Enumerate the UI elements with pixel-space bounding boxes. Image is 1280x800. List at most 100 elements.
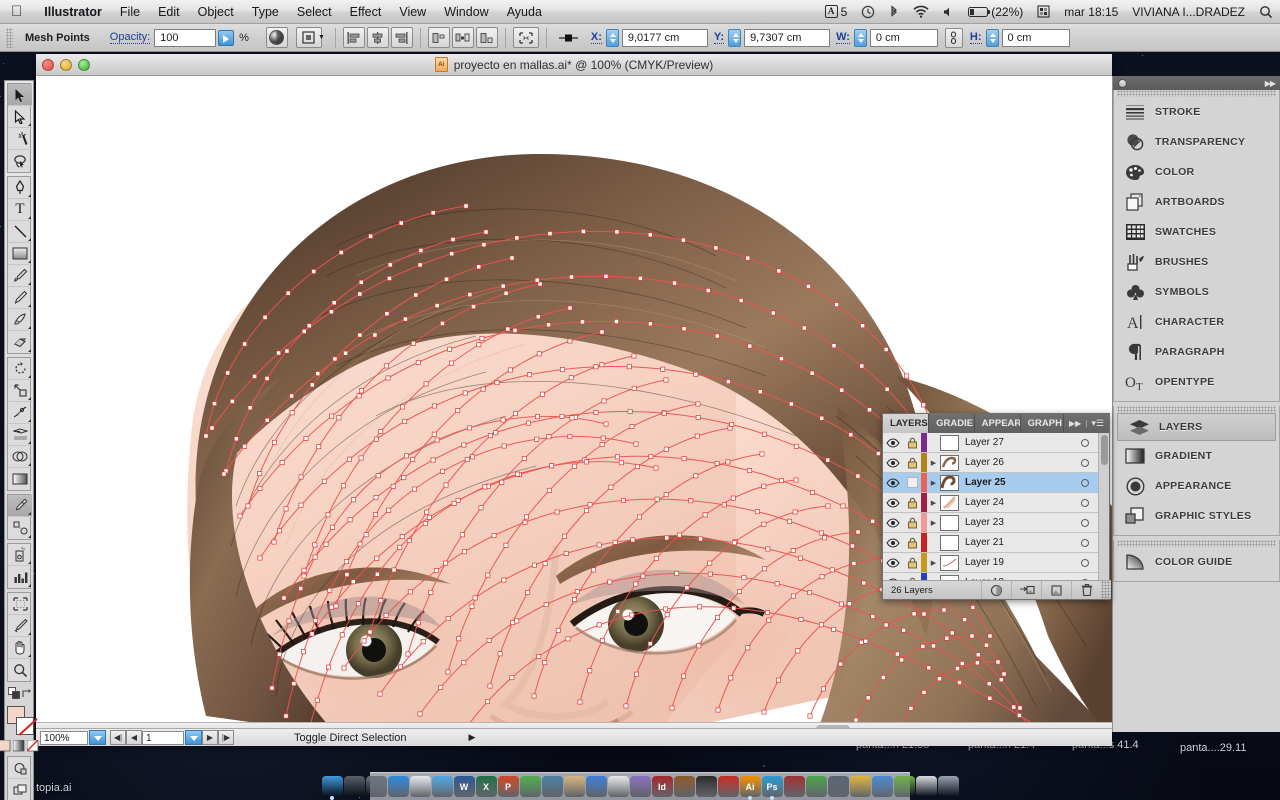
mesh-point[interactable] — [693, 473, 699, 479]
mesh-point[interactable] — [987, 695, 993, 701]
mesh-point[interactable] — [654, 496, 660, 502]
free-transform-tool[interactable] — [8, 424, 32, 446]
mesh-point[interactable] — [303, 435, 309, 441]
mesh-point[interactable] — [470, 454, 476, 460]
mesh-point[interactable] — [647, 641, 653, 647]
mesh-point[interactable] — [462, 390, 468, 396]
layers-panel-tab-layers[interactable]: LAYERS — [883, 414, 930, 433]
distribute-left-button[interactable] — [427, 27, 450, 48]
mesh-point[interactable] — [434, 303, 440, 309]
mesh-point[interactable] — [440, 468, 446, 474]
mesh-point[interactable] — [569, 415, 575, 421]
mesh-point[interactable] — [358, 455, 364, 461]
mesh-point[interactable] — [593, 364, 599, 370]
mesh-point[interactable] — [325, 512, 331, 518]
mesh-point[interactable] — [418, 248, 424, 253]
layer-name[interactable]: Layer 25 — [965, 477, 1075, 488]
mesh-point[interactable] — [851, 561, 857, 566]
symbol-sprayer-tool[interactable] — [8, 544, 32, 566]
mesh-point[interactable] — [301, 328, 307, 334]
mesh-point[interactable] — [357, 291, 363, 297]
mesh-point[interactable] — [631, 353, 637, 359]
mesh-point[interactable] — [237, 513, 243, 519]
mesh-point[interactable] — [637, 275, 643, 281]
dock-handle-icon[interactable] — [1118, 78, 1127, 88]
mesh-point[interactable] — [1016, 712, 1022, 718]
menu-item-ayuda[interactable]: Ayuda — [498, 0, 551, 24]
rectangle-tool[interactable] — [8, 243, 32, 265]
mesh-point[interactable] — [738, 298, 744, 303]
collapse-arrows-icon[interactable]: ▶▶ — [1069, 419, 1081, 428]
magic-wand-tool[interactable] — [8, 128, 32, 150]
direct-selection-tool[interactable] — [8, 106, 32, 128]
mesh-point[interactable] — [715, 614, 720, 620]
lasso-tool[interactable] — [8, 150, 32, 172]
mesh-point[interactable] — [901, 627, 907, 633]
zoom-tool[interactable] — [8, 659, 32, 681]
mesh-point[interactable] — [262, 314, 268, 320]
mesh-point[interactable] — [663, 446, 669, 452]
mesh-point[interactable] — [397, 544, 403, 550]
mesh-point[interactable] — [347, 456, 352, 462]
mesh-point[interactable] — [865, 695, 871, 701]
mesh-point[interactable] — [503, 542, 509, 548]
mesh-point[interactable] — [514, 235, 520, 241]
mesh-point[interactable] — [476, 342, 482, 348]
mesh-point[interactable] — [867, 407, 872, 413]
mesh-point[interactable] — [546, 487, 552, 493]
opacity-input[interactable]: 100 — [154, 28, 217, 47]
mesh-point[interactable] — [765, 546, 771, 552]
width-tool[interactable] — [8, 402, 32, 424]
mesh-point[interactable] — [921, 611, 927, 617]
mesh-point[interactable] — [829, 567, 835, 573]
x-input[interactable]: 9,0177 cm — [621, 28, 708, 47]
mesh-point[interactable] — [341, 483, 346, 489]
mesh-point[interactable] — [525, 590, 531, 595]
mesh-point[interactable] — [584, 508, 590, 514]
mesh-point[interactable] — [514, 618, 520, 624]
mesh-point[interactable] — [329, 604, 335, 610]
mesh-point[interactable] — [491, 533, 497, 539]
mesh-point[interactable] — [481, 242, 487, 248]
panel-button-brushes[interactable]: BRUSHES — [1114, 247, 1279, 277]
dock-group-grip[interactable] — [1117, 540, 1276, 547]
menu-item-object[interactable]: Object — [189, 0, 243, 24]
mesh-point[interactable] — [257, 486, 263, 491]
mesh-point[interactable] — [415, 359, 421, 365]
layer-lock-icon[interactable] — [903, 517, 921, 529]
selection-tool[interactable] — [8, 84, 32, 106]
mesh-point[interactable] — [849, 543, 855, 549]
mesh-point[interactable] — [327, 587, 333, 593]
opacity-label[interactable]: Opacity: — [109, 31, 151, 44]
mesh-point[interactable] — [787, 518, 793, 524]
mesh-point[interactable] — [894, 651, 900, 657]
mesh-point[interactable] — [984, 642, 989, 648]
mesh-point[interactable] — [534, 277, 540, 283]
mesh-point[interactable] — [801, 325, 807, 331]
mesh-point[interactable] — [747, 468, 753, 474]
mesh-point[interactable] — [731, 605, 737, 611]
mesh-point[interactable] — [329, 413, 335, 419]
mesh-point[interactable] — [242, 443, 248, 449]
mesh-point[interactable] — [347, 517, 353, 523]
mesh-point[interactable] — [326, 664, 332, 670]
mesh-point[interactable] — [694, 433, 700, 439]
mesh-point[interactable] — [536, 351, 542, 357]
mesh-point[interactable] — [433, 568, 439, 574]
mesh-point[interactable] — [212, 401, 217, 407]
mesh-point[interactable] — [378, 429, 384, 435]
stroke-swatch[interactable] — [16, 717, 34, 735]
finder-icon[interactable] — [321, 776, 343, 800]
mesh-point[interactable] — [792, 509, 798, 515]
mesh-point[interactable] — [615, 609, 621, 614]
mesh-point[interactable] — [375, 473, 381, 479]
layer-lock-icon[interactable] — [903, 537, 921, 549]
facetime-icon[interactable] — [541, 776, 563, 797]
mesh-point[interactable] — [861, 580, 867, 586]
mesh-point[interactable] — [636, 514, 642, 520]
indesign-icon[interactable]: Id — [651, 776, 673, 797]
mesh-point[interactable] — [386, 275, 392, 281]
mesh-point[interactable] — [806, 283, 811, 289]
menu-item-window[interactable]: Window — [435, 0, 497, 24]
mesh-point[interactable] — [350, 579, 356, 585]
